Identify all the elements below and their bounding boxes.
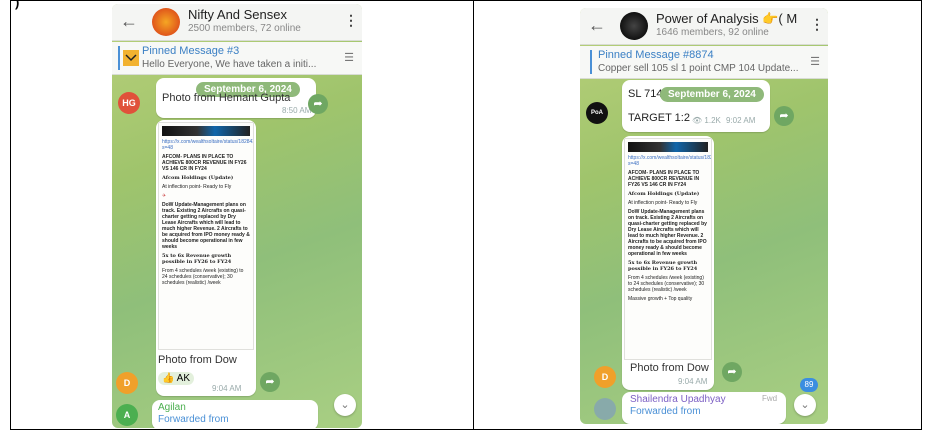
doc-headline: AFCOM- PLANS IN PLACE TO ACHIEVE 800CR R… (162, 154, 247, 172)
doc-link: https://x.com/wealthsoltaire/status/1828… (162, 139, 253, 151)
right-screenshot: ← Power of Analysis 👉( M 1646 members, 9… (580, 8, 828, 424)
unread-badge: 89 (800, 378, 818, 392)
sender-name[interactable]: Agilan (158, 402, 186, 413)
doc-growth: 5x to 6x Revenue growth possible in FY26… (628, 260, 698, 272)
share-button[interactable]: ➦ (308, 94, 328, 114)
pin-list-icon[interactable]: ☰ (344, 51, 354, 64)
doc-growth: 5x to 6x Revenue growth possible in FY26… (162, 253, 232, 265)
pin-list-icon[interactable]: ☰ (810, 55, 820, 68)
photo-document[interactable]: https://x.com/wealthsoltaire/status/1828… (624, 138, 712, 360)
doc-body: DoW Update-Management plans on track. Ex… (162, 202, 250, 250)
view-count: 👁 1.2K (692, 116, 721, 125)
channel-title[interactable]: Nifty And Sensex (188, 7, 287, 22)
doc-schedules: From 4 schedules /week (existing) to 24 … (628, 275, 705, 293)
date-separator: September 6, 2024 (660, 87, 764, 102)
doc-body: DoW Update-Management plans on track. Ex… (628, 209, 707, 257)
doc-schedules: From 4 schedules /week (existing) to 24 … (162, 268, 244, 286)
left-screenshot: ← Nifty And Sensex 2500 members, 72 onli… (112, 4, 362, 428)
photo-caption: Photo from Dow (630, 362, 709, 374)
sender-name[interactable]: Shailendra Upadhyay (630, 394, 726, 405)
pinned-preview: Hello Everyone, We have taken a initi... (142, 59, 317, 70)
channel-avatar[interactable] (620, 12, 648, 40)
doc-subtitle: At inflection point- Ready to Fly (628, 200, 698, 206)
message-time: 9:04 AM (212, 384, 242, 393)
views-value: 1.2K (704, 116, 721, 125)
doc-header-image (162, 126, 250, 136)
doc-company: Afcom Holdings (Update) (162, 175, 234, 181)
message-time: 9:04 AM (678, 377, 708, 386)
avatar-shailendra[interactable] (594, 398, 616, 420)
airplane-icon: ✈ (162, 193, 167, 199)
channel-avatar-small[interactable]: PoA (586, 102, 608, 124)
fwd-tag: Fwd (762, 394, 778, 403)
message-line: SL 714 (628, 88, 663, 100)
pinned-indicator (590, 50, 592, 74)
back-arrow-icon[interactable]: ← (120, 11, 138, 32)
pinned-indicator (118, 46, 120, 70)
back-arrow-icon[interactable]: ← (588, 15, 606, 36)
photo-caption: Photo from Hemant Gupta (162, 92, 291, 104)
photo-document[interactable]: https://x.com/wealthsoltaire/status/1828… (158, 122, 254, 350)
scroll-down-button[interactable]: ⌄ (334, 394, 356, 416)
forwarded-label: Forwarded from (158, 414, 229, 425)
more-menu-icon[interactable]: ⋮ (344, 12, 358, 29)
avatar-d[interactable]: D (116, 372, 138, 394)
doc-subtitle: At inflection point- Ready to Fly (162, 184, 232, 190)
pinned-title: Pinned Message #3 (142, 45, 240, 57)
pinned-thumbnail-icon (123, 50, 139, 66)
avatar-d[interactable]: D (594, 366, 616, 388)
table-divider (473, 1, 474, 429)
more-menu-icon[interactable]: ⋮ (810, 16, 824, 33)
cell-corner-text: ) (15, 0, 20, 10)
doc-quality: Massive growth + Top quality (628, 296, 693, 302)
share-button[interactable]: ➦ (774, 106, 794, 126)
reactions[interactable]: 👍 AK (158, 372, 195, 385)
share-button[interactable]: ➦ (722, 362, 742, 382)
scroll-down-button[interactable]: ⌄ (794, 394, 816, 416)
chat-header: ← Nifty And Sensex 2500 members, 72 onli… (112, 4, 362, 41)
message-line: TARGET 1:2 (628, 112, 690, 124)
pinned-message-bar[interactable]: Pinned Message #8874 Copper sell 105 sl … (580, 46, 828, 79)
channel-avatar[interactable] (152, 8, 180, 36)
channel-subtitle: 1646 members, 92 online (656, 27, 769, 38)
doc-link: https://x.com/wealthsoltaire/status/1828… (628, 155, 711, 167)
photo-caption: Photo from Dow (158, 354, 237, 366)
pinned-message-bar[interactable]: Pinned Message #3 Hello Everyone, We hav… (112, 42, 362, 75)
pinned-preview: Copper sell 105 sl 1 point CMP 104 Updat… (598, 63, 799, 74)
chat-header: ← Power of Analysis 👉( M 1646 members, 9… (580, 8, 828, 45)
avatar-hg[interactable]: HG (118, 92, 140, 114)
doc-headline: AFCOM- PLANS IN PLACE TO ACHIEVE 800CR R… (628, 170, 700, 188)
share-button[interactable]: ➦ (260, 372, 280, 392)
channel-subtitle: 2500 members, 72 online (188, 23, 301, 34)
forwarded-label: Forwarded from (630, 406, 701, 417)
doc-header-image (628, 142, 708, 152)
doc-company: Afcom Holdings (Update) (628, 191, 700, 197)
channel-title[interactable]: Power of Analysis 👉( M (656, 11, 797, 27)
message-time: 8:50 AM (282, 106, 312, 115)
pinned-title: Pinned Message #8874 (598, 49, 714, 61)
message-time: 9:02 AM (726, 116, 756, 125)
avatar-a[interactable]: A (116, 404, 138, 426)
